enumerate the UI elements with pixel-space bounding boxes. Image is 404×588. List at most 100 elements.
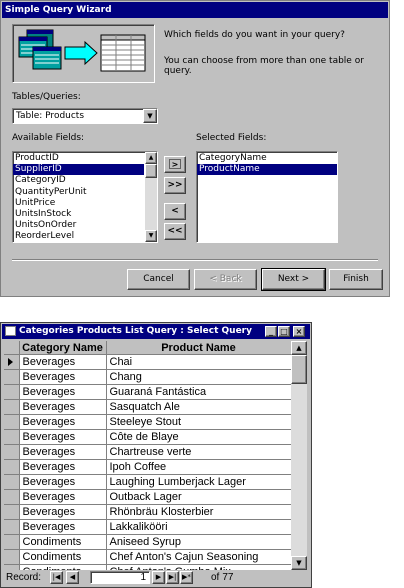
previous-record-icon[interactable]: ◀ [66,571,79,584]
current-record-field[interactable]: 1 [90,571,150,584]
product-name-cell[interactable]: Laughing Lumberjack Lager [106,474,291,490]
product-name-cell[interactable]: Sasquatch Ale [106,399,291,415]
available-field-item[interactable]: UnitsOnOrder [13,220,144,231]
product-name-cell[interactable]: Aniseed Syrup [106,534,291,550]
selected-field-item[interactable]: CategoryName [197,153,337,164]
table-row[interactable]: Beverages Rhönbräu Klosterbier [4,504,291,520]
row-selector[interactable] [4,504,20,520]
table-row[interactable]: Beverages Chai [4,354,291,370]
row-selector[interactable] [4,549,20,565]
product-name-cell[interactable]: Steeleye Stout [106,414,291,430]
table-row[interactable]: Beverages Laughing Lumberjack Lager [4,474,291,490]
available-field-item[interactable]: CategoryID [13,175,144,186]
selected-fields-list[interactable]: CategoryName ProductName [196,151,338,243]
category-name-cell[interactable]: Beverages [19,459,107,475]
first-record-icon[interactable]: |◀ [50,571,63,584]
row-selector[interactable] [4,369,20,385]
remove-all-fields-button[interactable]: << [164,223,186,240]
product-name-cell[interactable]: Chai [106,354,291,370]
cancel-button[interactable]: Cancel [127,269,190,290]
category-name-cell[interactable]: Beverages [19,489,107,505]
available-field-item[interactable]: SupplierID [13,164,144,176]
remove-field-button[interactable]: < [164,203,186,220]
table-row[interactable]: Beverages Lakkalikööri [4,519,291,535]
product-name-cell[interactable]: Chartreuse verte [106,444,291,460]
row-selector[interactable] [4,474,20,490]
row-selector[interactable] [4,399,20,415]
row-selector[interactable] [4,414,20,430]
back-button[interactable]: < Back [194,269,257,290]
column-header-product-name[interactable]: Product Name [106,341,291,355]
row-selector[interactable] [4,459,20,475]
row-selector[interactable] [4,444,20,460]
category-name-cell[interactable]: Beverages [19,444,107,460]
table-row[interactable]: Beverages Ipoh Coffee [4,459,291,475]
category-name-cell[interactable]: Beverages [19,384,107,400]
scroll-down-icon[interactable]: ▼ [145,230,157,242]
row-selector[interactable] [4,534,20,550]
table-row[interactable]: Beverages Steeleye Stout [4,414,291,430]
scroll-down-icon[interactable]: ▼ [291,556,307,570]
next-button[interactable]: Next > [261,268,326,291]
add-all-fields-button[interactable]: >> [164,177,186,194]
new-record-icon[interactable]: ▶* [180,571,193,584]
row-selector[interactable] [4,519,20,535]
product-name-cell[interactable]: Ipoh Coffee [106,459,291,475]
tables-queries-select[interactable]: Table: Products ▼ [12,108,158,124]
close-icon[interactable]: × [293,326,305,337]
product-name-cell[interactable]: Guaraná Fantástica [106,384,291,400]
selected-field-item[interactable]: ProductName [197,164,337,176]
table-row[interactable]: Beverages Chang [4,369,291,385]
add-field-button[interactable]: > [164,156,186,173]
product-name-cell[interactable]: Rhönbräu Klosterbier [106,504,291,520]
tables-queries-label: Tables/Queries: [12,92,81,102]
product-name-cell[interactable]: Outback Lager [106,489,291,505]
category-name-cell[interactable]: Beverages [19,429,107,445]
table-row[interactable]: Beverages Outback Lager [4,489,291,505]
category-name-cell[interactable]: Condiments [19,549,107,565]
category-name-cell[interactable]: Beverages [19,354,107,370]
product-name-cell[interactable]: Chang [106,369,291,385]
finish-button[interactable]: Finish [329,269,383,290]
scroll-up-icon[interactable]: ▲ [145,152,157,164]
column-header-category-name[interactable]: Category Name [19,341,107,355]
row-selector[interactable] [4,354,20,370]
category-name-cell[interactable]: Beverages [19,369,107,385]
scroll-thumb[interactable] [145,164,157,178]
datasheet-scrollbar[interactable]: ▲ ▼ [291,341,307,570]
available-field-item[interactable]: ReorderLevel [13,231,144,242]
table-row[interactable]: Beverages Côte de Blaye [4,429,291,445]
product-name-cell[interactable]: Lakkalikööri [106,519,291,535]
available-field-item[interactable]: UnitPrice [13,198,144,209]
next-record-icon[interactable]: ▶ [152,571,165,584]
row-selector[interactable] [4,384,20,400]
category-name-cell[interactable]: Beverages [19,504,107,520]
category-name-cell[interactable]: Condiments [19,534,107,550]
scroll-thumb[interactable] [291,355,307,384]
row-selector[interactable] [4,429,20,445]
available-field-item[interactable]: UnitsInStock [13,209,144,220]
minimize-icon[interactable]: _ [265,326,277,337]
table-row[interactable]: Beverages Guaraná Fantástica [4,384,291,400]
chevron-down-icon[interactable]: ▼ [143,109,157,123]
available-fields-scrollbar[interactable]: ▲ ▼ [145,152,157,242]
scroll-up-icon[interactable]: ▲ [291,341,307,355]
product-name-cell[interactable]: Côte de Blaye [106,429,291,445]
last-record-icon[interactable]: ▶| [166,571,179,584]
available-fields-list[interactable]: ProductID SupplierID CategoryID QuantityPer… [12,151,158,243]
product-name-cell[interactable]: Chef Anton's Cajun Seasoning [106,549,291,565]
select-all-corner[interactable] [4,341,20,355]
table-row[interactable]: Beverages Chartreuse verte [4,444,291,460]
category-name-cell[interactable]: Beverages [19,519,107,535]
row-selector[interactable] [4,489,20,505]
category-name-cell[interactable]: Beverages [19,474,107,490]
datasheet-grid[interactable]: Category Name Product Name Beverages Chai… [4,341,291,570]
table-row[interactable]: Beverages Sasquatch Ale [4,399,291,415]
available-field-item[interactable]: QuantityPerUnit [13,187,144,198]
table-row[interactable]: Condiments Aniseed Syrup [4,534,291,550]
table-row[interactable]: Condiments Chef Anton's Cajun Seasoning [4,549,291,565]
maximize-icon[interactable]: □ [278,326,290,337]
available-field-item[interactable]: ProductID [13,153,144,164]
category-name-cell[interactable]: Beverages [19,414,107,430]
category-name-cell[interactable]: Beverages [19,399,107,415]
